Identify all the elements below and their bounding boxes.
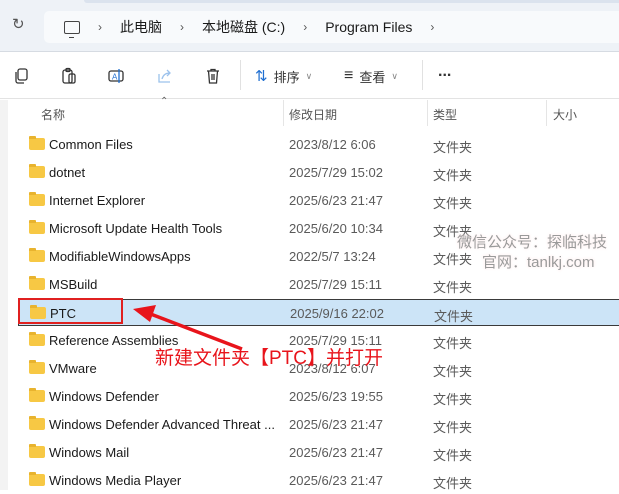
annotation-arrow <box>133 305 243 351</box>
annotation-text: 新建文件夹【PTC】并打开 <box>155 348 384 369</box>
